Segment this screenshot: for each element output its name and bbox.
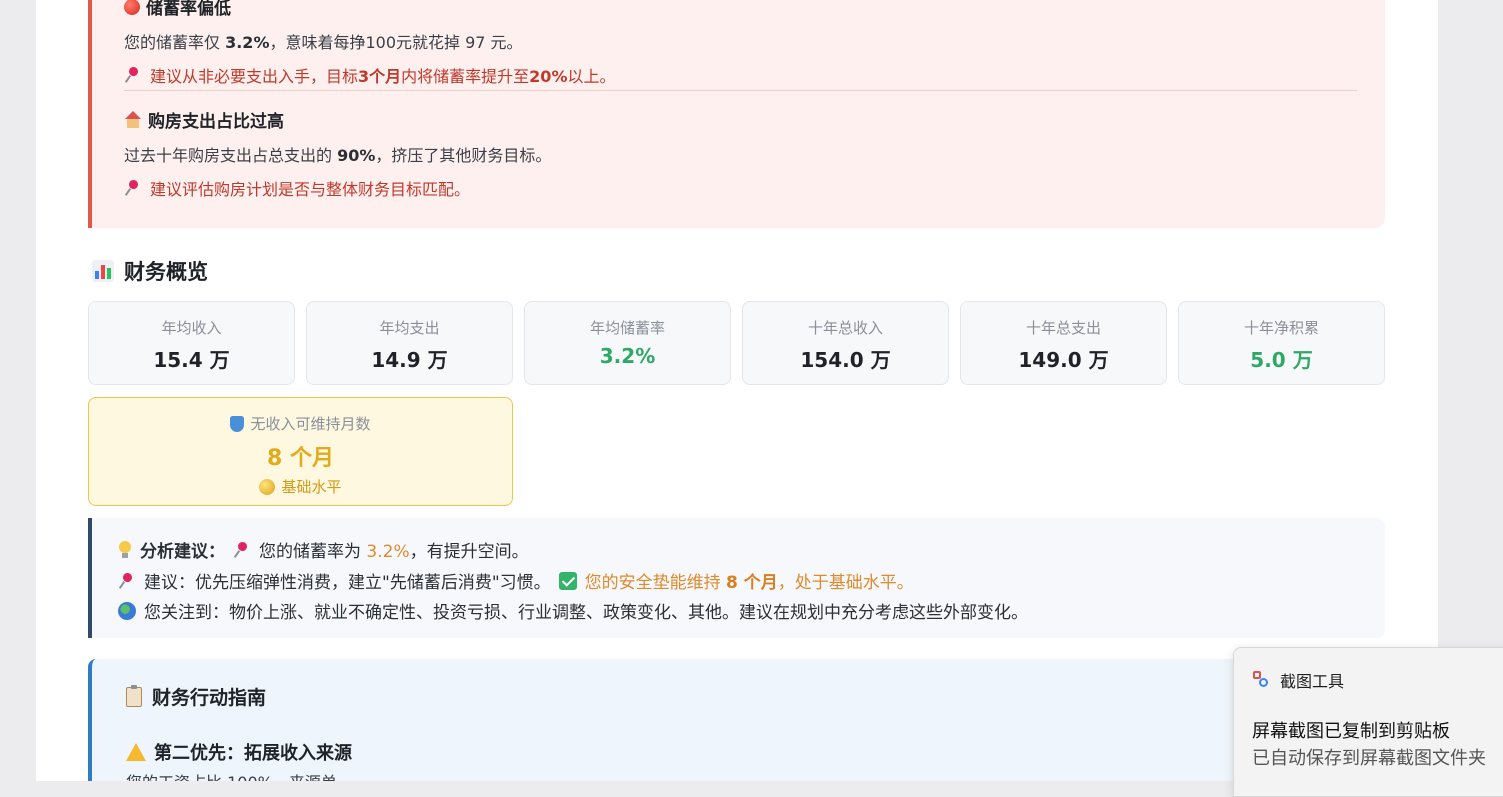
analysis-part: 您的安全垫能维持 [584, 573, 727, 593]
analysis-savings-value: 3.2% [366, 542, 410, 562]
stat-card-total-expense: 十年总支出 149.0 万 [960, 301, 1167, 385]
toast-title: 屏幕截图已复制到剪贴板 [1252, 721, 1450, 742]
analysis-line-2: 建议：优先压缩弹性消费，建立"先储蓄后消费"习惯。 您的安全垫能维持 8 个月，… [118, 568, 914, 593]
snipping-tool-icon [1252, 671, 1270, 689]
stat-value: 15.4 万 [153, 348, 230, 372]
safety-level-text: 基础水平 [281, 478, 342, 496]
analysis-part: 您的储蓄率为 [259, 542, 367, 562]
report-page: 储蓄率偏低 您的储蓄率仅 3.2%，意味着每挣100元就花掉 97 元。 建议从… [36, 0, 1438, 781]
alert-text-part: 过去十年购房支出占总支出的 [124, 146, 338, 165]
alert-housing: 购房支出占比过高 过去十年购房支出占总支出的 90%，挤压了其他财务目标。 建议… [124, 107, 1357, 200]
analysis-tip: 建议：优先压缩弹性消费，建立"先储蓄后消费"习惯。 [144, 573, 551, 593]
stat-value: 14.9 万 [371, 348, 448, 372]
action-guide-panel: 财务行动指南 第二优先：拓展收入来源 您的工资占比 100%，来源单一 [88, 659, 1385, 781]
alert-title: 储蓄率偏低 [124, 0, 1357, 19]
red-circle-icon [124, 0, 140, 15]
alert-tip: 建议从非必要支出入手，目标3个月内将储蓄率提升至20%以上。 [124, 63, 1357, 87]
stat-value: 149.0 万 [1018, 348, 1109, 372]
stat-label: 年均储蓄率 [589, 319, 665, 337]
safety-label-text: 无收入可维持月数 [250, 415, 371, 433]
pushpin-icon [233, 541, 251, 559]
analysis-line-3: 您关注到：物价上涨、就业不确定性、投资亏损、行业调整、政策变化、其他。建议在规划… [118, 598, 1028, 623]
stat-value: 154.0 万 [800, 348, 891, 372]
analysis-safety-text: 您的安全垫能维持 8 个月，处于基础水平。 [585, 568, 914, 593]
analysis-part: ，处于基础水平。 [777, 573, 914, 593]
warning-icon [126, 743, 146, 761]
stat-label: 十年总支出 [1025, 319, 1101, 337]
guide-item-title: 第二优先：拓展收入来源 [126, 739, 352, 765]
coin-icon [259, 478, 276, 495]
check-mark-icon [558, 571, 577, 590]
analysis-label: 分析建议： [140, 542, 225, 562]
alert-divider [124, 90, 1357, 91]
alert-text: 您的储蓄率仅 3.2%，意味着每挣100元就花掉 97 元。 [124, 29, 1357, 53]
stat-value: 3.2% [599, 344, 656, 368]
safety-level: 基础水平 [89, 476, 512, 497]
toast-message: 已自动保存到屏幕截图文件夹 [1252, 748, 1486, 769]
overview-title: 财务概览 [92, 256, 208, 286]
clipboard-icon [126, 684, 142, 707]
pushpin-icon [118, 572, 136, 590]
bar-chart-icon [92, 260, 114, 282]
alert-title: 购房支出占比过高 [124, 107, 1357, 132]
tip-bold: 3个月 [358, 67, 402, 86]
lightbulb-icon [118, 540, 132, 559]
analysis-line-1: 分析建议： 您的储蓄率为 3.2%，有提升空间。 [118, 537, 529, 562]
guide-title-text: 财务行动指南 [152, 687, 267, 709]
guide-item-title-text: 第二优先：拓展收入来源 [154, 743, 352, 764]
alert-tip-text: 建议评估购房计划是否与整体财务目标匹配。 [150, 180, 471, 199]
emergency-fund-card: 无收入可维持月数 8 个月 基础水平 [88, 397, 513, 506]
safety-label: 无收入可维持月数 [89, 413, 512, 434]
toast-app-name: 截图工具 [1280, 672, 1345, 691]
stat-label: 十年总收入 [807, 319, 883, 337]
toast-header: 截图工具 [1252, 668, 1344, 692]
stat-label: 年均支出 [379, 319, 440, 337]
analysis-part: ，有提升空间。 [409, 542, 529, 562]
alert-text-bold: 90% [337, 146, 376, 165]
alert-tip-text: 建议从非必要支出入手，目标3个月内将储蓄率提升至20%以上。 [150, 63, 615, 87]
alert-tip: 建议评估购房计划是否与整体财务目标匹配。 [124, 176, 1357, 200]
guide-title: 财务行动指南 [126, 683, 266, 710]
analysis-savings-text: 您的储蓄率为 3.2%，有提升空间。 [259, 537, 529, 562]
shield-icon [230, 415, 245, 432]
stat-card-annual-income: 年均收入 15.4 万 [88, 301, 295, 385]
stat-card-annual-expense: 年均支出 14.9 万 [306, 301, 513, 385]
analysis-panel: 分析建议： 您的储蓄率为 3.2%，有提升空间。 建议：优先压缩弹性消费，建立"… [88, 518, 1385, 638]
alert-text: 过去十年购房支出占总支出的 90%，挤压了其他财务目标。 [124, 142, 1357, 166]
screenshot-notification[interactable]: 截图工具 屏幕截图已复制到剪贴板 已自动保存到屏幕截图文件夹 [1233, 647, 1503, 797]
tip-part: 建议从非必要支出入手，目标 [150, 67, 359, 86]
pushpin-icon [124, 66, 142, 84]
stat-value: 5.0 万 [1250, 348, 1313, 372]
house-icon [124, 110, 142, 129]
stat-label: 十年净积累 [1243, 319, 1319, 337]
alert-text-bold: 3.2% [225, 33, 270, 52]
analysis-concerns: 您关注到：物价上涨、就业不确定性、投资亏损、行业调整、政策变化、其他。建议在规划… [144, 603, 1028, 623]
stat-card-savings-rate: 年均储蓄率 3.2% [524, 301, 731, 385]
tip-bold: 20% [529, 67, 568, 86]
stat-card-total-income: 十年总收入 154.0 万 [742, 301, 949, 385]
alert-text-part: 您的储蓄率仅 [124, 33, 226, 52]
globe-icon [118, 601, 136, 620]
alert-text-part: ，意味着每挣100元就花掉 97 元。 [269, 33, 523, 52]
alert-text-part: ，挤压了其他财务目标。 [375, 146, 552, 165]
guide-item-text: 您的工资占比 100%，来源单一 [126, 769, 353, 781]
warning-panel: 储蓄率偏低 您的储蓄率仅 3.2%，意味着每挣100元就花掉 97 元。 建议从… [88, 0, 1385, 228]
pushpin-icon [124, 179, 142, 197]
tip-part: 内将储蓄率提升至 [401, 67, 530, 86]
stat-row: 年均收入 15.4 万 年均支出 14.9 万 年均储蓄率 3.2% 十年总收入… [88, 301, 1385, 385]
alert-low-savings: 储蓄率偏低 您的储蓄率仅 3.2%，意味着每挣100元就花掉 97 元。 建议从… [124, 0, 1357, 87]
safety-value: 8 个月 [267, 446, 334, 471]
tip-part: 以上。 [567, 67, 616, 86]
stat-card-net-accumulation: 十年净积累 5.0 万 [1178, 301, 1385, 385]
overview-title-text: 财务概览 [124, 260, 208, 284]
alert-title-text: 购房支出占比过高 [148, 112, 284, 132]
analysis-safety-value: 8 个月 [726, 573, 778, 593]
stat-label: 年均收入 [161, 319, 222, 337]
alert-title-text: 储蓄率偏低 [146, 0, 231, 19]
